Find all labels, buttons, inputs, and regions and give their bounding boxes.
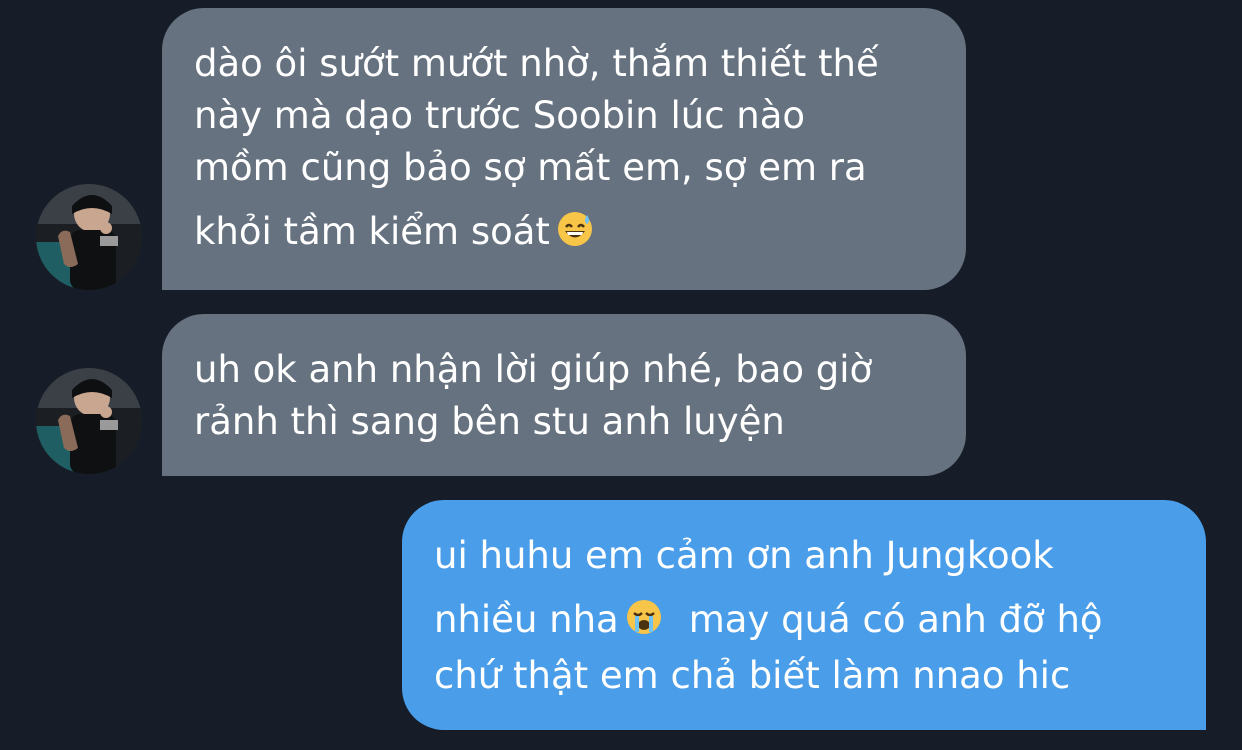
person-photo-icon [36,368,142,474]
message-text-line: uh ok anh nhận lời giúp nhé, bao giờ [194,348,873,391]
message-thread: dào ôi sướt mướt nhờ, thắm thiết thế này… [0,0,1242,750]
message-text-line: rảnh thì sang bên stu anh luyện [194,400,785,443]
sender-avatar[interactable] [36,368,142,474]
message-text-line-with-emoji: nhiều nha may quá có anh đỡ hộ [434,594,1174,650]
message-text-line: may quá có anh đỡ hộ [688,598,1103,641]
message-bubble-incoming[interactable]: dào ôi sướt mướt nhờ, thắm thiết thế này… [162,8,966,290]
message-text-line: này mà dạo trước Soobin lúc nào [194,94,806,137]
message-text-line: khỏi tầm kiểm soát [194,210,550,253]
message-bubble-incoming[interactable]: uh ok anh nhận lời giúp nhé, bao giờ rản… [162,314,966,476]
message-text-line: chứ thật em chả biết làm nnao hic [434,654,1071,697]
message-text-line: nhiều nha [434,598,619,641]
message-text-line: ui huhu em cảm ơn anh Jungkook [434,534,1054,577]
message-text-line: mồm cũng bảo sợ mất em, sợ em ra [194,146,867,189]
sender-avatar[interactable] [36,184,142,290]
person-photo-icon [36,184,142,290]
grinning-sweat-emoji-icon [556,210,594,262]
message-bubble-outgoing[interactable]: ui huhu em cảm ơn anh Jungkook nhiều nha… [402,500,1206,730]
loudly-crying-emoji-icon [625,598,663,650]
message-text-line: dào ôi sướt mướt nhờ, thắm thiết thế [194,42,879,85]
message-text-line-with-emoji: khỏi tầm kiểm soát [194,206,934,262]
